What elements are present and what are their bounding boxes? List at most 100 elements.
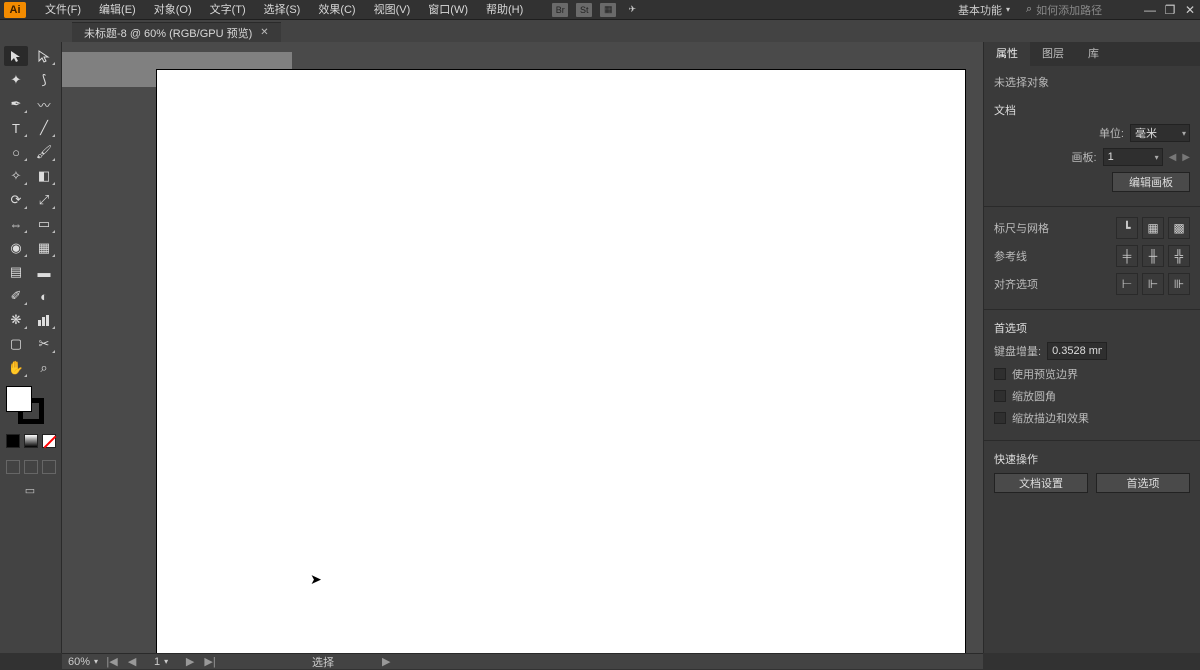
transparency-grid-icon[interactable]: ▩ bbox=[1168, 217, 1190, 239]
search-icon: ⌕ bbox=[1026, 3, 1032, 16]
menu-view[interactable]: 视图(V) bbox=[365, 0, 420, 20]
artboard-tool[interactable]: ▢ bbox=[4, 334, 28, 354]
grid-icon[interactable]: ▦ bbox=[1142, 217, 1164, 239]
blend-tool[interactable]: ◐ bbox=[32, 286, 56, 306]
canvas[interactable]: ➤ bbox=[62, 42, 983, 653]
draw-behind[interactable] bbox=[24, 460, 38, 474]
arrange-docs-icon[interactable]: ▦ bbox=[600, 3, 616, 17]
shaper-tool[interactable]: ✧ bbox=[4, 166, 28, 186]
tab-layers[interactable]: 图层 bbox=[1030, 42, 1076, 66]
cursor-icon: ➤ bbox=[310, 571, 322, 588]
edit-artboard-button[interactable]: 编辑画板 bbox=[1112, 172, 1190, 192]
next-artboard[interactable]: ▶ bbox=[184, 655, 196, 668]
guides-lock-icon[interactable]: ╫ bbox=[1142, 245, 1164, 267]
artboard-select[interactable]: 1 bbox=[1103, 148, 1163, 166]
bridge-icon[interactable]: Br bbox=[552, 3, 568, 17]
document-setup-button[interactable]: 文档设置 bbox=[994, 473, 1088, 493]
direct-selection-tool[interactable] bbox=[32, 46, 56, 66]
shape-builder-tool[interactable]: ◉ bbox=[4, 238, 28, 258]
units-select[interactable]: 毫米 bbox=[1130, 124, 1190, 142]
paintbrush-tool[interactable]: 🖌 bbox=[32, 142, 56, 162]
smart-guides-icon[interactable]: ╬ bbox=[1168, 245, 1190, 267]
search-placeholder: 如何添加路径 bbox=[1036, 2, 1102, 18]
selection-tool[interactable] bbox=[4, 46, 28, 66]
workspace-switcher[interactable]: 基本功能 bbox=[948, 2, 1020, 18]
free-transform-tool[interactable]: ▭ bbox=[32, 214, 56, 234]
app-logo: Ai bbox=[4, 2, 26, 18]
width-tool[interactable]: ⇔ bbox=[4, 214, 28, 234]
draw-normal[interactable] bbox=[6, 460, 20, 474]
tab-properties[interactable]: 属性 bbox=[984, 42, 1030, 66]
preferences-button[interactable]: 首选项 bbox=[1096, 473, 1190, 493]
eraser-tool[interactable]: ◧ bbox=[32, 166, 56, 186]
snap-grid-icon[interactable]: ⊪ bbox=[1168, 273, 1190, 295]
menu-bar: Ai 文件(F) 编辑(E) 对象(O) 文字(T) 选择(S) 效果(C) 视… bbox=[0, 0, 1200, 20]
menu-file[interactable]: 文件(F) bbox=[36, 0, 90, 20]
color-mode-gradient[interactable] bbox=[24, 434, 38, 448]
mesh-tool[interactable]: ▤ bbox=[4, 262, 28, 282]
zoom-tool[interactable]: ⌕ bbox=[32, 358, 56, 378]
zoom-select[interactable]: 60% bbox=[68, 656, 98, 668]
menu-type[interactable]: 文字(T) bbox=[201, 0, 255, 20]
hand-tool[interactable]: ✋ bbox=[4, 358, 28, 378]
perspective-tool[interactable]: ▦ bbox=[32, 238, 56, 258]
menu-select[interactable]: 选择(S) bbox=[255, 0, 310, 20]
color-mode-solid[interactable] bbox=[6, 434, 20, 448]
search-box[interactable]: ⌕ 如何添加路径 bbox=[1020, 2, 1140, 18]
menu-window[interactable]: 窗口(W) bbox=[419, 0, 477, 20]
lasso-tool[interactable]: ⟆ bbox=[32, 70, 56, 90]
rotate-tool[interactable]: ⟳ bbox=[4, 190, 28, 210]
line-tool[interactable]: ╱ bbox=[32, 118, 56, 138]
document-tab-title: 未标题-8 @ 60% (RGB/GPU 预览) bbox=[84, 25, 252, 41]
prev-artboard[interactable]: ◀ bbox=[126, 655, 138, 668]
fill-color[interactable] bbox=[6, 386, 32, 412]
window-close[interactable]: ✕ bbox=[1180, 3, 1200, 17]
symbol-sprayer-tool[interactable]: ❋ bbox=[4, 310, 28, 330]
eyedropper-tool[interactable]: ✐ bbox=[4, 286, 28, 306]
last-artboard[interactable]: ▶| bbox=[204, 655, 216, 668]
menu-help[interactable]: 帮助(H) bbox=[477, 0, 532, 20]
window-minimize[interactable]: — bbox=[1140, 3, 1160, 17]
artboard[interactable] bbox=[157, 70, 965, 653]
checkbox-scale-strokes-label: 缩放描边和效果 bbox=[1012, 410, 1089, 426]
snap-pixel-icon[interactable]: ⊩ bbox=[1142, 273, 1164, 295]
guides-show-icon[interactable]: ╪ bbox=[1116, 245, 1138, 267]
gpu-icon[interactable]: ✈ bbox=[624, 3, 640, 17]
checkbox-scale-corners[interactable] bbox=[994, 390, 1006, 402]
first-artboard[interactable]: |◀ bbox=[106, 655, 118, 668]
snap-label: 对齐选项 bbox=[994, 276, 1110, 292]
menu-effect[interactable]: 效果(C) bbox=[309, 0, 364, 20]
screen-mode[interactable]: ▭ bbox=[4, 482, 56, 498]
curvature-tool[interactable]: 〰 bbox=[32, 94, 56, 114]
workspace-label: 基本功能 bbox=[958, 2, 1002, 18]
tab-libraries[interactable]: 库 bbox=[1076, 42, 1111, 66]
ruler-icon[interactable]: ┗ bbox=[1116, 217, 1138, 239]
slice-tool[interactable]: ✂ bbox=[32, 334, 56, 354]
status-menu-icon[interactable]: ▶ bbox=[382, 655, 390, 668]
scale-tool[interactable]: ⤢ bbox=[32, 190, 56, 210]
snap-point-icon[interactable]: ⊢ bbox=[1116, 273, 1138, 295]
artboard-prev[interactable]: ◀ bbox=[1169, 152, 1177, 163]
color-mode-none[interactable] bbox=[42, 434, 56, 448]
units-label: 单位: bbox=[1084, 125, 1124, 141]
stock-icon[interactable]: St bbox=[576, 3, 592, 17]
column-graph-tool[interactable] bbox=[32, 310, 56, 330]
checkbox-preview-bounds[interactable] bbox=[994, 368, 1006, 380]
type-tool[interactable]: T bbox=[4, 118, 28, 138]
magic-wand-tool[interactable]: ✦ bbox=[4, 70, 28, 90]
pen-tool[interactable]: ✒ bbox=[4, 94, 28, 114]
window-maximize[interactable]: ❐ bbox=[1160, 3, 1180, 17]
artboard-nav-select[interactable]: 1 bbox=[146, 656, 176, 668]
draw-inside[interactable] bbox=[42, 460, 56, 474]
close-icon[interactable]: ✕ bbox=[260, 27, 268, 38]
section-quick-actions: 快速操作 bbox=[994, 451, 1190, 467]
gradient-tool[interactable]: ▬ bbox=[32, 262, 56, 282]
key-increment-input[interactable] bbox=[1047, 342, 1107, 360]
fill-stroke-swatch[interactable] bbox=[6, 386, 44, 424]
artboard-next[interactable]: ▶ bbox=[1182, 152, 1190, 163]
menu-edit[interactable]: 编辑(E) bbox=[90, 0, 145, 20]
ellipse-tool[interactable]: ○ bbox=[4, 142, 28, 162]
menu-object[interactable]: 对象(O) bbox=[145, 0, 201, 20]
document-tab[interactable]: 未标题-8 @ 60% (RGB/GPU 预览) ✕ bbox=[72, 22, 281, 42]
checkbox-scale-strokes[interactable] bbox=[994, 412, 1006, 424]
